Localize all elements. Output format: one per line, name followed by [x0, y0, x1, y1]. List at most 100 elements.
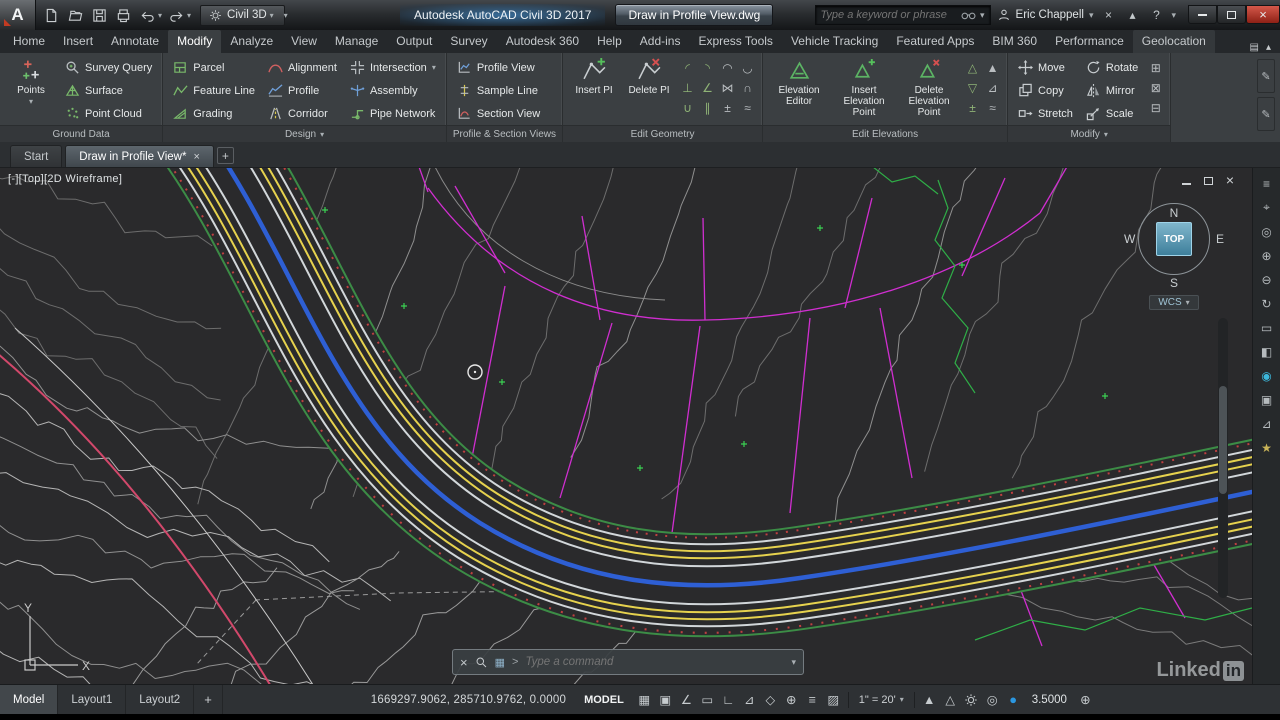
showmotion-icon[interactable]: ▭	[1258, 320, 1276, 335]
elevation-editor-button[interactable]: Elevation Editor	[768, 55, 830, 125]
annotation-monitor-icon[interactable]: ◎	[982, 689, 1003, 711]
ribbon-edge-tool-icon[interactable]: ✎	[1257, 59, 1275, 93]
tab-vehicle-tracking[interactable]: Vehicle Tracking	[782, 30, 887, 53]
stretch-button[interactable]: Stretch	[1013, 102, 1078, 125]
edit-geometry-tool-icon[interactable]: ±	[718, 98, 737, 117]
undo-caret-icon[interactable]: ▾	[158, 11, 162, 20]
tab-view[interactable]: View	[282, 30, 326, 53]
edit-elevations-tool-icon[interactable]: ▲	[983, 58, 1002, 77]
tab-bim-360[interactable]: BIM 360	[983, 30, 1046, 53]
sample-line-button[interactable]: Sample Line	[452, 79, 545, 102]
pipe-network-button[interactable]: Pipe Network	[345, 102, 441, 125]
model-space-drawing[interactable]: Y X	[0, 168, 1252, 684]
insert-elevation-point-button[interactable]: Insert Elevation Point	[833, 55, 895, 125]
application-menu-button[interactable]: A	[0, 0, 36, 30]
materials-palette-icon[interactable]: ◉	[1258, 368, 1276, 383]
polar-tracking-icon[interactable]: ⊿	[739, 689, 760, 711]
drawing-canvas[interactable]: Y X [-][Top][2D Wireframe] × N W E S TOP	[0, 168, 1252, 684]
section-view-button[interactable]: Section View	[452, 102, 545, 125]
tab-home[interactable]: Home	[4, 30, 54, 53]
edit-geometry-tool-icon[interactable]: ∪	[678, 98, 697, 117]
new-drawing-tab-button[interactable]: +	[216, 147, 234, 164]
delete-pi-button[interactable]: Delete PI	[623, 55, 675, 125]
object-snap-icon[interactable]: ⊕	[781, 689, 802, 711]
insert-pi-button[interactable]: Insert PI	[568, 55, 620, 125]
survey-query-button[interactable]: Survey Query	[60, 56, 157, 79]
edit-geometry-tool-icon[interactable]: ∩	[738, 78, 757, 97]
tab-output[interactable]: Output	[387, 30, 441, 53]
modify-tool-icon[interactable]: ⊠	[1146, 78, 1165, 97]
point-cloud-button[interactable]: Point Cloud	[60, 102, 157, 125]
ortho-toggle-icon[interactable]: ∟	[718, 689, 739, 711]
ribbon-collapse-icon[interactable]: ▴	[1266, 42, 1271, 53]
profile-view-button[interactable]: Profile View	[452, 56, 545, 79]
new-drawing-icon[interactable]	[40, 4, 63, 26]
panel-title-edit-elevations[interactable]: Edit Elevations	[763, 125, 1008, 142]
grading-button[interactable]: Grading	[168, 102, 260, 125]
edit-elevations-tool-icon[interactable]: ▽	[963, 78, 982, 97]
surface-button[interactable]: Surface	[60, 79, 157, 102]
restore-button[interactable]	[1217, 5, 1246, 24]
modify-tool-icon[interactable]: ⊟	[1146, 98, 1165, 117]
delete-elevation-point-button[interactable]: Delete Elevation Point	[898, 55, 960, 125]
navbar-menu-icon[interactable]: ≡	[1258, 176, 1276, 191]
doc-minimize-icon[interactable]	[1181, 183, 1191, 185]
edit-elevations-tool-icon[interactable]: ≈	[983, 98, 1002, 117]
panel-title-ground-data[interactable]: Ground Data	[0, 125, 163, 142]
zoom-out-icon[interactable]: ⊖	[1258, 272, 1276, 287]
grid-toggle-icon[interactable]: ▦	[634, 689, 655, 711]
intersection-button[interactable]: Intersection ▾	[345, 56, 441, 79]
panel-title-modify[interactable]: Modify ▾	[1008, 125, 1171, 142]
wcs-menu[interactable]: WCS ▾	[1149, 295, 1199, 310]
transparency-icon[interactable]: ▨	[823, 689, 844, 711]
corridor-button[interactable]: Corridor	[263, 102, 342, 125]
open-icon[interactable]	[64, 4, 87, 26]
edit-geometry-tool-icon[interactable]: ∠	[698, 78, 717, 97]
viewport-controls-label[interactable]: [-][Top][2D Wireframe]	[8, 173, 122, 185]
command-line[interactable]: × ▦ > ▾	[452, 649, 804, 675]
viewcube-north[interactable]: N	[1170, 206, 1179, 220]
dynamic-input-icon[interactable]: ▭	[697, 689, 718, 711]
search-icon[interactable]	[475, 656, 488, 669]
workspace-gear-icon[interactable]	[961, 689, 982, 711]
workspace-switcher[interactable]: Civil 3D ▾	[200, 4, 285, 26]
new-layout-button[interactable]: +	[194, 685, 223, 714]
orbit-icon[interactable]: ↻	[1258, 296, 1276, 311]
zoom-in-icon[interactable]: ⊕	[1258, 248, 1276, 263]
edit-elevations-tool-icon[interactable]: ⊿	[983, 78, 1002, 97]
doc-tab-start[interactable]: Start	[10, 145, 63, 167]
edit-geometry-tool-icon[interactable]: ◡	[738, 58, 757, 77]
layout-tab-layout2[interactable]: Layout2	[126, 685, 195, 714]
parcel-button[interactable]: Parcel	[168, 56, 260, 79]
command-input[interactable]	[525, 656, 785, 668]
recent-commands-icon[interactable]: ▾	[791, 657, 796, 668]
viewcube[interactable]: N W E S TOP WCS ▾	[1124, 188, 1224, 310]
properties-palette-icon[interactable]: ▣	[1258, 392, 1276, 407]
profile-button[interactable]: Profile	[263, 79, 342, 102]
tab-annotate[interactable]: Annotate	[102, 30, 168, 53]
move-button[interactable]: Move	[1013, 56, 1078, 79]
viewcube-west[interactable]: W	[1124, 232, 1135, 246]
feature-line-button[interactable]: Feature Line	[168, 79, 260, 102]
tab-autodesk-360[interactable]: Autodesk 360	[497, 30, 588, 53]
edit-geometry-tool-icon[interactable]: ◝	[698, 58, 717, 77]
redo-icon[interactable]	[165, 4, 188, 26]
layout-tab-model[interactable]: Model	[0, 685, 59, 714]
viewcube-top-face[interactable]: TOP	[1156, 222, 1192, 256]
doc-restore-icon[interactable]	[1203, 177, 1213, 185]
edit-geometry-tool-icon[interactable]: ⊥	[678, 78, 697, 97]
ribbon-panel-toggle-icon[interactable]: ▤	[1250, 42, 1259, 53]
customize-icon[interactable]: ▦	[495, 656, 505, 669]
pan-icon[interactable]: ◎	[1258, 224, 1276, 239]
edit-elevations-tool-icon[interactable]: △	[963, 58, 982, 77]
lineweight-icon[interactable]: ≡	[802, 689, 823, 711]
layers-palette-icon[interactable]: ◧	[1258, 344, 1276, 359]
viewcube-south[interactable]: S	[1170, 276, 1178, 290]
panel-title-design[interactable]: Design ▾	[163, 125, 446, 142]
tab-modify[interactable]: Modify	[168, 30, 222, 53]
tab-manage[interactable]: Manage	[326, 30, 387, 53]
autodesk-app-icon[interactable]: ★	[1258, 440, 1276, 455]
modify-tool-icon[interactable]: ⊞	[1146, 58, 1165, 77]
auto-scale-icon[interactable]: △	[940, 689, 961, 711]
undo-icon[interactable]	[136, 4, 159, 26]
